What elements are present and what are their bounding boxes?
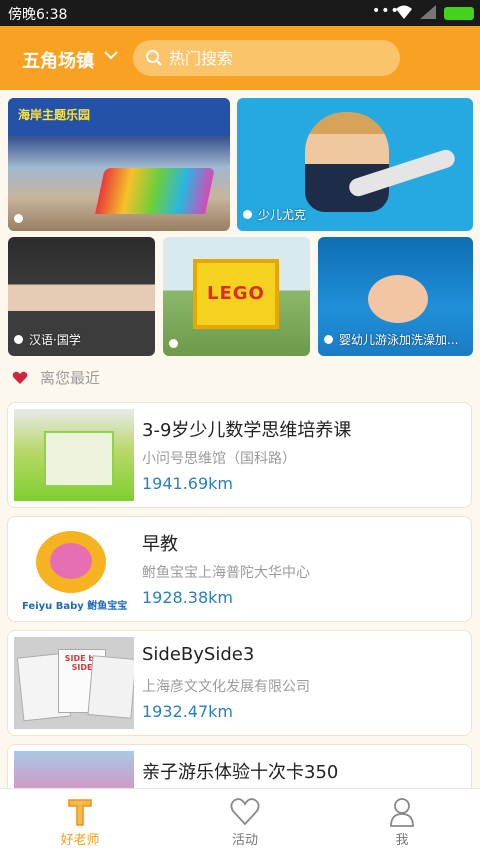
list-item[interactable]: SIDE by SIDE SideBySide3 上海彦文文化发展有限公司 19…	[7, 630, 472, 736]
course-distance: 1941.69km	[142, 474, 234, 493]
banner-caption: 婴幼儿游泳加洗澡加...	[324, 331, 458, 348]
banner-lego[interactable]: LEGO	[163, 237, 310, 356]
banner-caption	[169, 339, 184, 348]
bottom-tab-bar: 好老师 活动 我	[0, 788, 480, 854]
banner-ukulele[interactable]: 少儿尤克	[237, 98, 473, 231]
banner-baby-swim[interactable]: 婴幼儿游泳加洗澡加...	[318, 237, 473, 356]
lego-board-image: LEGO	[193, 259, 279, 329]
bullet-icon	[14, 335, 23, 344]
nearby-section-header: 离您最近	[12, 367, 100, 388]
banner-caption	[14, 214, 29, 223]
tab-label: 好老师	[60, 833, 100, 848]
course-name: 3-9岁少儿数学思维培养课	[142, 420, 352, 441]
signal-icon	[420, 5, 436, 19]
course-thumbnail: Feiyu Baby 鲋鱼宝宝	[14, 523, 134, 615]
banner-sign-text: 海岸主题乐园	[18, 108, 91, 122]
slides-image	[95, 168, 215, 214]
course-distance: 1928.38km	[142, 588, 234, 607]
tab-activity[interactable]: 活动	[165, 789, 325, 854]
tab-label: 我	[395, 833, 409, 848]
search-icon	[146, 50, 162, 66]
bullet-icon	[243, 210, 252, 219]
search-input[interactable]	[169, 46, 389, 70]
banner-chinese-studies[interactable]: 汉语·国学	[8, 237, 155, 356]
search-bar[interactable]	[133, 40, 400, 76]
wifi-icon	[396, 5, 412, 19]
course-org: 小问号思维馆（国科路）	[142, 451, 296, 467]
banner-caption: 汉语·国学	[14, 331, 81, 348]
chevron-down-icon[interactable]	[104, 48, 118, 62]
app-bar: 五角场镇	[0, 26, 480, 90]
kid-image	[305, 112, 389, 212]
course-name: 早教	[142, 534, 178, 555]
banner-caption: 少儿尤克	[243, 206, 306, 223]
bullet-icon	[324, 335, 333, 344]
bullet-icon	[169, 339, 178, 348]
tab-me[interactable]: 我	[322, 789, 480, 854]
bullet-icon	[14, 214, 23, 223]
tab-teacher[interactable]: 好老师	[0, 789, 160, 854]
heart-icon	[230, 798, 260, 826]
course-name: 亲子游乐体验十次卡350	[142, 762, 339, 783]
lego-board-text: LEGO	[207, 283, 265, 304]
baby-image	[368, 275, 428, 323]
course-thumbnail	[14, 409, 134, 501]
teacher-t-icon	[68, 799, 92, 826]
course-distance: 1932.47km	[142, 702, 234, 721]
course-name: SideBySide3	[142, 644, 255, 665]
thumbnail-brand-text: Feiyu Baby 鲋鱼宝宝	[22, 601, 128, 612]
banner-sign: 海岸主题乐园	[8, 98, 230, 136]
status-time: 傍晚6:38	[8, 7, 68, 23]
course-org: 上海彦文文化发展有限公司	[142, 679, 310, 695]
list-item[interactable]: 3-9岁少儿数学思维培养课 小问号思维馆（国科路） 1941.69km	[7, 402, 472, 508]
status-bar: 傍晚6:38 •••	[0, 0, 480, 26]
banner-playground[interactable]: 海岸主题乐园	[8, 98, 230, 231]
battery-icon	[444, 7, 474, 20]
person-icon	[390, 798, 414, 827]
list-item[interactable]: Feiyu Baby 鲋鱼宝宝 早教 鲋鱼宝宝上海普陀大华中心 1928.38k…	[7, 516, 472, 622]
nearby-title: 离您最近	[40, 369, 101, 387]
course-org: 鲋鱼宝宝上海普陀大华中心	[142, 565, 310, 581]
tab-label: 活动	[231, 833, 258, 848]
location-selector[interactable]: 五角场镇	[22, 47, 94, 73]
course-thumbnail: SIDE by SIDE	[14, 637, 134, 729]
heart-icon	[12, 371, 28, 384]
